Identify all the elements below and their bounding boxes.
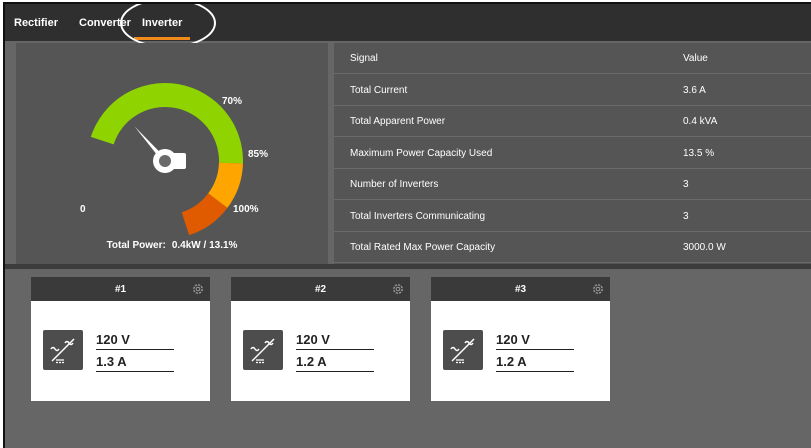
total-power-readout: Total Power: 0.4kW / 13.1% bbox=[16, 240, 328, 251]
signal-name: Total Apparent Power bbox=[350, 116, 446, 127]
gauge-label-70: 70% bbox=[222, 96, 243, 107]
app-frame: Rectifier Converter Inverter 70% 85% 0 1… bbox=[3, 2, 811, 448]
signal-name: Total Rated Max Power Capacity bbox=[350, 242, 496, 253]
gauge-hub bbox=[153, 149, 186, 173]
inverter-icon bbox=[243, 330, 283, 370]
signal-name: Number of Inverters bbox=[350, 179, 439, 190]
card-header: #3 bbox=[431, 277, 610, 301]
signal-name: Total Inverters Communicating bbox=[350, 211, 486, 222]
total-power-value: 0.4kW / 13.1% bbox=[171, 240, 238, 251]
gear-icon[interactable] bbox=[591, 282, 605, 296]
tab-bar: Rectifier Converter Inverter bbox=[5, 4, 811, 48]
card-title: #2 bbox=[314, 284, 327, 295]
section-divider bbox=[5, 264, 811, 269]
card-title: #3 bbox=[514, 284, 527, 295]
gear-icon[interactable] bbox=[191, 282, 205, 296]
table-row: Maximum Power Capacity Used 13.5 % bbox=[334, 138, 811, 169]
inverter-voltage: 120 V bbox=[296, 332, 374, 350]
inverter-current: 1.3 A bbox=[96, 354, 174, 372]
gear-icon[interactable] bbox=[391, 282, 405, 296]
signal-value: 3 bbox=[683, 211, 689, 222]
tab-rectifier[interactable]: Rectifier bbox=[14, 17, 58, 29]
signal-name: Total Current bbox=[350, 85, 408, 96]
table-row: Total Current 3.6 A bbox=[334, 75, 811, 106]
total-power-label: Total Power: bbox=[106, 240, 166, 251]
signal-name: Maximum Power Capacity Used bbox=[350, 148, 493, 159]
table-header: Signal Value bbox=[334, 43, 811, 74]
header-value: Value bbox=[683, 53, 708, 64]
gauge-label-0: 0 bbox=[80, 204, 86, 215]
inverter-card: #3 120 V 1.2 A bbox=[431, 277, 610, 401]
signal-value: 3.6 A bbox=[683, 85, 706, 96]
table-row: Total Rated Max Power Capacity 3000.0 W bbox=[334, 232, 811, 263]
inverter-current: 1.2 A bbox=[496, 354, 574, 372]
card-header: #1 bbox=[31, 277, 210, 301]
header-signal: Signal bbox=[350, 53, 378, 64]
table-row: Total Apparent Power 0.4 kVA bbox=[334, 106, 811, 137]
card-title: #1 bbox=[114, 284, 127, 295]
signal-value: 3 bbox=[683, 179, 689, 190]
gauge-label-85: 85% bbox=[248, 149, 269, 160]
card-header: #2 bbox=[231, 277, 410, 301]
annotation-circle bbox=[120, 4, 216, 48]
inverter-card: #2 120 V 1.2 A bbox=[231, 277, 410, 401]
inverter-icon bbox=[443, 330, 483, 370]
gauge-label-100: 100% bbox=[233, 204, 259, 215]
power-gauge bbox=[90, 83, 244, 236]
table-row: Total Inverters Communicating 3 bbox=[334, 201, 811, 232]
inverter-voltage: 120 V bbox=[496, 332, 574, 350]
gauge-panel: 70% 85% 0 100% Total Power: 0.4kW / 13.1% bbox=[16, 43, 328, 264]
table-row: Number of Inverters 3 bbox=[334, 169, 811, 200]
inverter-voltage: 120 V bbox=[96, 332, 174, 350]
inverter-card: #1 120 V 1.3 A bbox=[31, 277, 210, 401]
inverter-icon bbox=[43, 330, 83, 370]
signal-value: 0.4 kVA bbox=[683, 116, 718, 127]
signal-value: 13.5 % bbox=[683, 148, 715, 159]
inverter-current: 1.2 A bbox=[296, 354, 374, 372]
signal-table: Signal Value Total Current 3.6 A Total A… bbox=[334, 43, 811, 264]
signal-value: 3000.0 W bbox=[683, 242, 726, 253]
